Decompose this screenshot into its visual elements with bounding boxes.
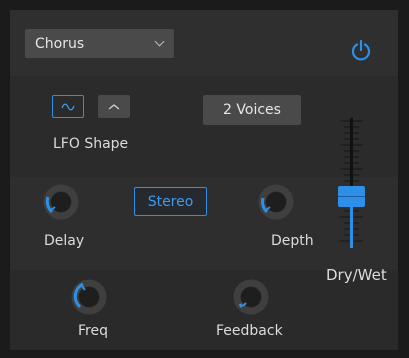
effect-type-value: Chorus: [35, 35, 85, 52]
lfo-shape-label: LFO Shape: [53, 136, 129, 152]
delay-knob[interactable]: [39, 180, 83, 224]
power-icon[interactable]: [350, 39, 372, 61]
lfo-shape-triangle-button[interactable]: [98, 95, 130, 118]
depth-knob[interactable]: [254, 180, 298, 224]
feedback-knob[interactable]: [229, 275, 273, 319]
drywet-fader-handle[interactable]: [338, 186, 365, 207]
freq-label: Freq: [78, 323, 108, 339]
drywet-label: Dry/Wet: [326, 266, 387, 284]
feedback-label: Feedback: [216, 323, 283, 339]
delay-label: Delay: [44, 233, 85, 249]
depth-label: Depth: [271, 233, 314, 249]
lfo-shape-sine-button[interactable]: [52, 95, 84, 118]
triangle-wave-icon: [108, 103, 120, 110]
effect-type-dropdown[interactable]: Chorus: [25, 29, 174, 58]
stereo-toggle[interactable]: Stereo: [134, 187, 207, 216]
sine-wave-icon: [61, 102, 75, 111]
voices-selector[interactable]: 2 Voices: [203, 95, 301, 125]
freq-knob[interactable]: [67, 275, 111, 319]
chevron-down-icon: [154, 36, 165, 47]
